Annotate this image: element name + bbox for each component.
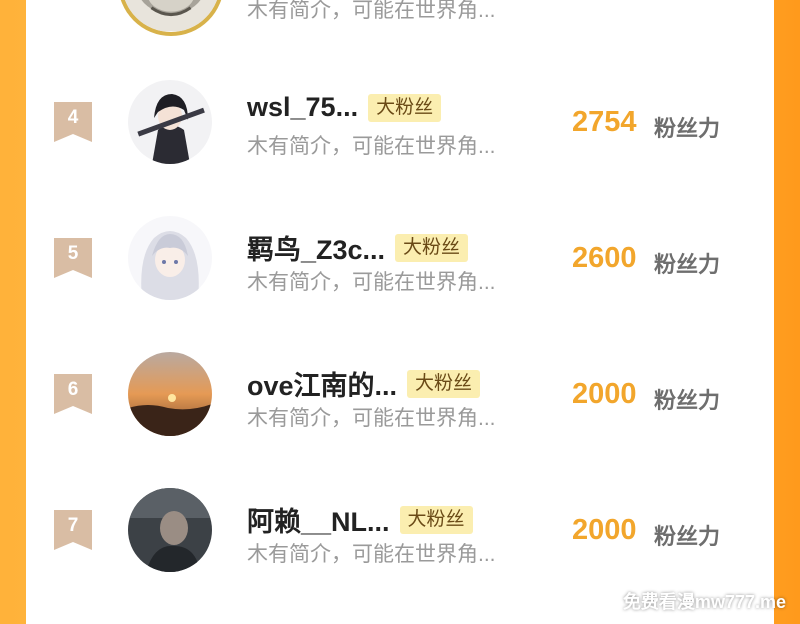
- big-fan-badge: 大粉丝: [395, 233, 469, 262]
- cartoon-avatar-icon[interactable]: [118, 0, 224, 36]
- fan-power-label: 粉丝力: [654, 524, 721, 549]
- fan-description: 木有简介，可能在世界角...: [247, 271, 496, 294]
- fan-name[interactable]: wsl_75... 大粉丝: [247, 92, 442, 123]
- sunset-avatar-icon[interactable]: [128, 352, 212, 436]
- fan-description: 木有简介，可能在世界角...: [247, 543, 496, 566]
- site-watermark: 免费看漫mw777.me: [622, 592, 786, 612]
- fan-name[interactable]: ove江南的... 大粉丝: [247, 364, 481, 403]
- fan-name-text[interactable]: ove江南的...: [247, 364, 397, 403]
- rank-ribbon: 5: [54, 238, 92, 278]
- fan-power-score: 2000: [572, 378, 637, 410]
- rank-ribbon: 6: [54, 374, 92, 414]
- fan-power-label: 粉丝力: [654, 252, 721, 277]
- fan-name-text[interactable]: wsl_75...: [247, 92, 358, 123]
- fan-row[interactable]: 6 ove江南的... 大粉丝 木有简介，可能在世界角... 2000 粉丝力: [26, 330, 774, 466]
- big-fan-badge: 大粉丝: [407, 369, 481, 398]
- fan-row[interactable]: 5 羁鸟_Z3c... 大粉丝 木有简介，可能在世界角... 2600 粉丝力: [26, 194, 774, 330]
- fan-name-text[interactable]: 阿赖__NL...: [247, 500, 390, 539]
- fan-row[interactable]: 7 阿赖__NL... 大粉丝 木有简介，可能在世界角... 2000 粉丝力: [26, 466, 774, 602]
- big-fan-badge: 大粉丝: [368, 93, 442, 122]
- fan-description: 木有简介，可能在世界角...: [247, 135, 496, 158]
- rank-ribbon: 7: [54, 510, 92, 550]
- fan-power-score: 2600: [572, 242, 637, 274]
- fan-power-score: 2000: [572, 514, 637, 546]
- fan-name-text[interactable]: 羁鸟_Z3c...: [247, 228, 385, 267]
- rank-ribbon: 4: [54, 102, 92, 142]
- person-photo-avatar-icon[interactable]: [128, 488, 212, 572]
- big-fan-badge: 大粉丝: [399, 505, 473, 534]
- fan-row-partial[interactable]: 木有简介，可能在世界角...: [26, 0, 774, 36]
- fan-power-label: 粉丝力: [654, 116, 721, 141]
- fan-description: 木有简介，可能在世界角...: [247, 407, 496, 430]
- anime-white-hair-avatar-icon[interactable]: [128, 216, 212, 300]
- fan-power-label: 粉丝力: [654, 388, 721, 413]
- fan-power-score: 2754: [572, 106, 637, 138]
- anime-swordsman-avatar-icon[interactable]: [128, 80, 212, 164]
- fan-description: 木有简介，可能在世界角...: [247, 0, 496, 22]
- fan-name[interactable]: 阿赖__NL... 大粉丝: [247, 500, 473, 539]
- fan-row[interactable]: 4 wsl_75... 大粉丝 木有简介，可能在世界角... 2754 粉丝力: [26, 58, 774, 194]
- fan-ranking-panel: 木有简介，可能在世界角... 4 wsl_75... 大粉丝 木有简介，可能在世…: [26, 0, 774, 624]
- fan-name[interactable]: 羁鸟_Z3c... 大粉丝: [247, 228, 469, 267]
